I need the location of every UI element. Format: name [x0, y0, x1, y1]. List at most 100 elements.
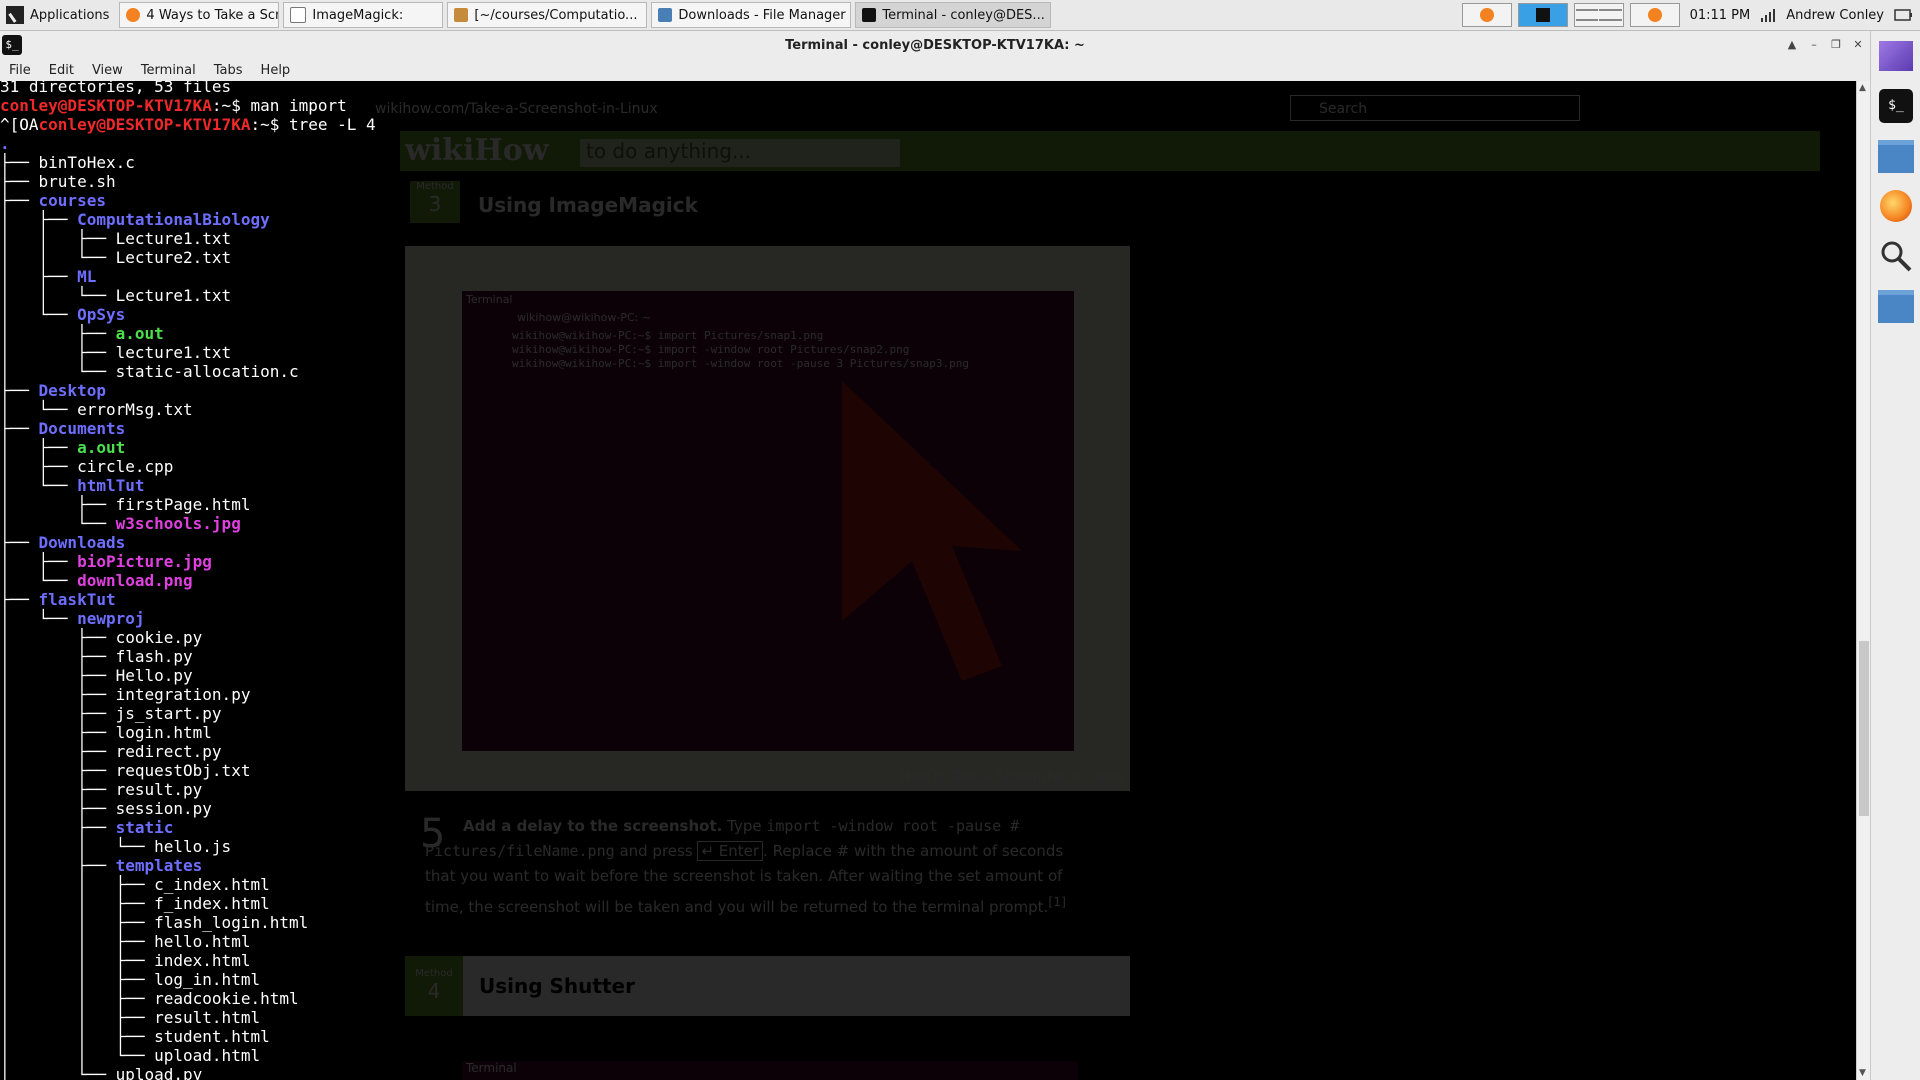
workspace-4[interactable] [1599, 19, 1622, 22]
maximize-button[interactable]: ❐ [1828, 37, 1844, 53]
shade-button[interactable]: ▲ [1784, 37, 1800, 53]
battery-icon[interactable] [1894, 8, 1914, 22]
purple-app-icon [1879, 41, 1913, 71]
workspace-switcher[interactable] [1573, 3, 1624, 27]
scroll-up-arrow[interactable]: ▲ [1859, 83, 1866, 93]
dock-terminal-button[interactable]: $_ [1876, 86, 1916, 126]
terminal-line: │ └── upload.py [0, 1065, 376, 1080]
background-method3-title: Using ImageMagick [478, 193, 698, 217]
workspace-firefox-button-2[interactable] [1629, 3, 1680, 27]
menu-view[interactable]: View [83, 61, 132, 81]
dock-folder-button-2[interactable] [1876, 286, 1916, 326]
taskbar-item-label: ImageMagick: [312, 7, 404, 23]
terminal-text: index.html [154, 951, 251, 970]
terminal-text: │ └── [0, 400, 78, 419]
terminal-line: │ ├── integration.py [0, 685, 376, 704]
executable-name: a.out [77, 438, 126, 457]
directory-name: . [0, 134, 10, 153]
terminal-text: │ └── [0, 476, 78, 495]
system-tray: 01:11 PM Andrew Conley [1461, 0, 1920, 30]
menu-terminal[interactable]: Terminal [132, 61, 205, 81]
terminal-text: brute.sh [38, 172, 116, 191]
right-dock: $_ [1870, 31, 1920, 1080]
firefox-icon [1880, 190, 1912, 222]
background-search-box: Search [1290, 95, 1580, 121]
directory-name: Desktop [38, 381, 106, 400]
dock-search-button[interactable] [1876, 236, 1916, 276]
terminal-line: │ └── htmlTut [0, 476, 376, 495]
terminal-text: │ │ ├── [0, 932, 155, 951]
terminal-text: binToHex.c [38, 153, 135, 172]
terminal-line: │ ├── a.out [0, 438, 376, 457]
terminal-text: │ ├── [0, 628, 116, 647]
workspace-firefox-button[interactable] [1461, 3, 1512, 27]
dock-firefox-button[interactable] [1876, 186, 1916, 226]
terminal-line: │ ├── result.py [0, 780, 376, 799]
background-site-search: to do anything... [580, 139, 900, 167]
taskbar-item-label: Terminal - conley@DES... [882, 7, 1045, 23]
directory-name: htmlTut [77, 476, 145, 495]
terminal-text: circle.cpp [77, 457, 174, 476]
terminal-text: ├── [0, 590, 39, 609]
close-button[interactable]: ✕ [1850, 37, 1866, 53]
workspace-terminal-button[interactable] [1517, 3, 1568, 27]
menu-help[interactable]: Help [252, 61, 300, 81]
terminal-line: ├── binToHex.c [0, 153, 376, 172]
scroll-down-arrow[interactable]: ▼ [1859, 1068, 1866, 1078]
terminal-icon [862, 8, 877, 22]
terminal-text: │ └── [0, 514, 116, 533]
terminal-text: │ └── [0, 305, 78, 324]
taskbar-item-firefox[interactable]: 4 Ways to Take a Scree... [119, 2, 280, 28]
terminal-line: │ ├── flash.py [0, 647, 376, 666]
workspace-2[interactable] [1599, 8, 1622, 11]
workspace-3[interactable] [1575, 19, 1599, 22]
window-titlebar[interactable]: $_ Terminal - conley@DESKTOP-KTV17KA: ~ … [0, 31, 1870, 62]
applications-menu-button[interactable]: Applications [0, 1, 119, 29]
terminal-line: │ ├── templates [0, 856, 376, 875]
dock-purple-app-button[interactable] [1876, 36, 1916, 76]
workspace-1[interactable] [1575, 8, 1599, 11]
terminal-text: ├── [0, 533, 39, 552]
menu-edit[interactable]: Edit [40, 61, 83, 81]
terminal-text: errorMsg.txt [77, 400, 193, 419]
terminal-icon: $_ [1879, 89, 1913, 123]
terminal-text: │ ├── [0, 780, 116, 799]
terminal-text: │ │ ├── [0, 1027, 155, 1046]
terminal-text: │ ├── [0, 438, 78, 457]
terminal-output[interactable]: 31 directories, 53 files conley@DESKTOP-K… [0, 81, 376, 1080]
firefox-icon [1479, 8, 1494, 22]
menu-tabs[interactable]: Tabs [205, 61, 252, 81]
taskbar-item-terminal[interactable]: Terminal - conley@DES... [855, 2, 1052, 28]
directory-name: Downloads [38, 533, 126, 552]
terminal-text: │ ├── [0, 666, 116, 685]
terminal-text: requestObj.txt [115, 761, 251, 780]
directory-name: newproj [77, 609, 145, 628]
dock-folder-button[interactable] [1876, 136, 1916, 176]
taskbar-item-file-manager[interactable]: Downloads - File Manager [651, 2, 852, 28]
terminal-line: │ │ ├── Lecture1.txt [0, 229, 376, 248]
clock[interactable]: 01:11 PM [1690, 8, 1751, 23]
directory-name: templates [115, 856, 203, 875]
terminal-text: │ ├── [0, 457, 78, 476]
terminal-text: js_start.py [115, 704, 222, 723]
network-signal-icon[interactable] [1760, 7, 1776, 23]
terminal-text: │ └── [0, 609, 78, 628]
terminal-text: │ └── [0, 571, 78, 590]
image-file-name: bioPicture.jpg [77, 552, 212, 571]
folder-icon [1878, 289, 1914, 323]
terminal-line: │ ├── circle.cpp [0, 457, 376, 476]
taskbar-item-text-editor[interactable]: [~/courses/Computatio... [447, 2, 648, 28]
minimize-button[interactable]: – [1806, 37, 1822, 53]
user-name[interactable]: Andrew Conley [1786, 8, 1884, 23]
text-editor-icon [454, 8, 469, 22]
scrollbar-thumb[interactable] [1859, 641, 1869, 816]
terminal-text: session.py [115, 799, 212, 818]
terminal-text: log_in.html [154, 970, 261, 989]
taskbar-item-imagemagick[interactable]: ImageMagick: [283, 2, 444, 28]
terminal-line: ├── Downloads [0, 533, 376, 552]
prompt-user: conley@DESKTOP-KTV17KA [0, 96, 212, 115]
background-bottom-terminal: Terminal [462, 1061, 1078, 1080]
terminal-scrollbar[interactable]: ▲ ▼ [1856, 81, 1871, 1080]
terminal-area[interactable]: wikihow.com/Take-a-Screenshot-in-Linux S… [0, 81, 1870, 1080]
menu-file[interactable]: File [0, 61, 40, 81]
